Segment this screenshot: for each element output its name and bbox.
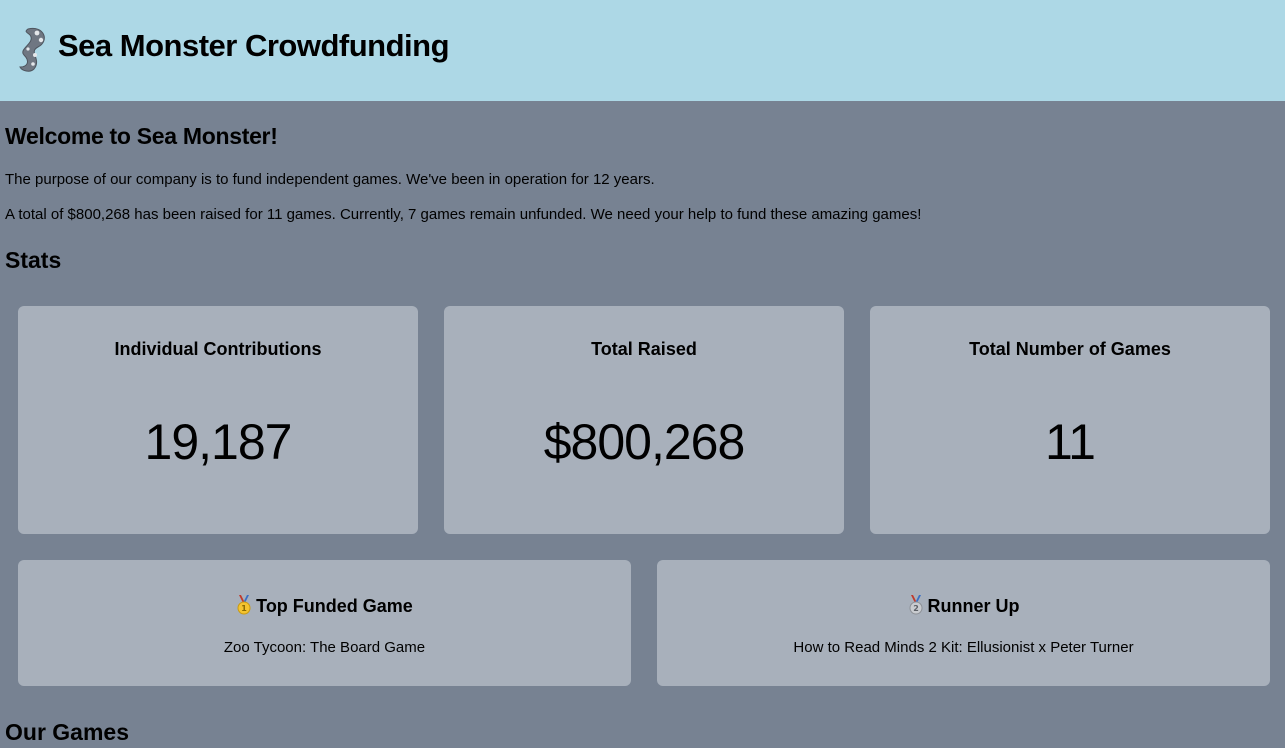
- funding-summary-text: A total of $800,268 has been raised for …: [5, 206, 922, 223]
- stat-value: 11: [1045, 414, 1096, 470]
- stat-label: Individual Contributions: [114, 339, 322, 359]
- company-purpose-text: The purpose of our company is to fund in…: [5, 171, 655, 188]
- stats-heading: Stats: [5, 247, 62, 273]
- stat-label: Total Raised: [591, 339, 697, 359]
- svg-text:2: 2: [913, 604, 919, 613]
- gold-medal-icon: 1: [237, 595, 251, 615]
- stat-value: $800,268: [543, 414, 746, 470]
- top-funded-game-name: Zoo Tycoon: The Board Game: [223, 639, 426, 656]
- welcome-heading: Welcome to Sea Monster!: [5, 123, 278, 149]
- top-funded-heading-label: Top Funded Game: [256, 596, 413, 616]
- our-games-heading: Our Games: [5, 719, 129, 745]
- total-games-stat-card: Total Number of Games 11: [870, 306, 1270, 534]
- stat-value: 19,187: [144, 414, 293, 470]
- runner-up-heading-label: Runner Up: [927, 596, 1020, 616]
- runner-up-heading: 2 Runner Up: [657, 594, 1270, 618]
- runner-up-game-name: How to Read Minds 2 Kit: Ellusionist x P…: [793, 639, 1134, 656]
- top-funded-heading: 1 Top Funded Game: [18, 594, 631, 618]
- contributions-stat-card: Individual Contributions 19,187: [18, 306, 418, 534]
- sea-monster-tentacle-icon: [19, 27, 45, 72]
- total-raised-stat-card: Total Raised $800,268: [444, 306, 844, 534]
- svg-text:1: 1: [241, 604, 247, 613]
- site-header: Sea Monster Crowdfunding: [0, 0, 1285, 101]
- top-funded-game-card: 1 Top Funded Game Zoo Tycoon: The Board …: [18, 560, 631, 686]
- runner-up-card: 2 Runner Up How to Read Minds 2 Kit: Ell…: [657, 560, 1270, 686]
- silver-medal-icon: 2: [909, 595, 922, 615]
- stat-label: Total Number of Games: [969, 339, 1171, 359]
- site-title: Sea Monster Crowdfunding: [58, 28, 450, 63]
